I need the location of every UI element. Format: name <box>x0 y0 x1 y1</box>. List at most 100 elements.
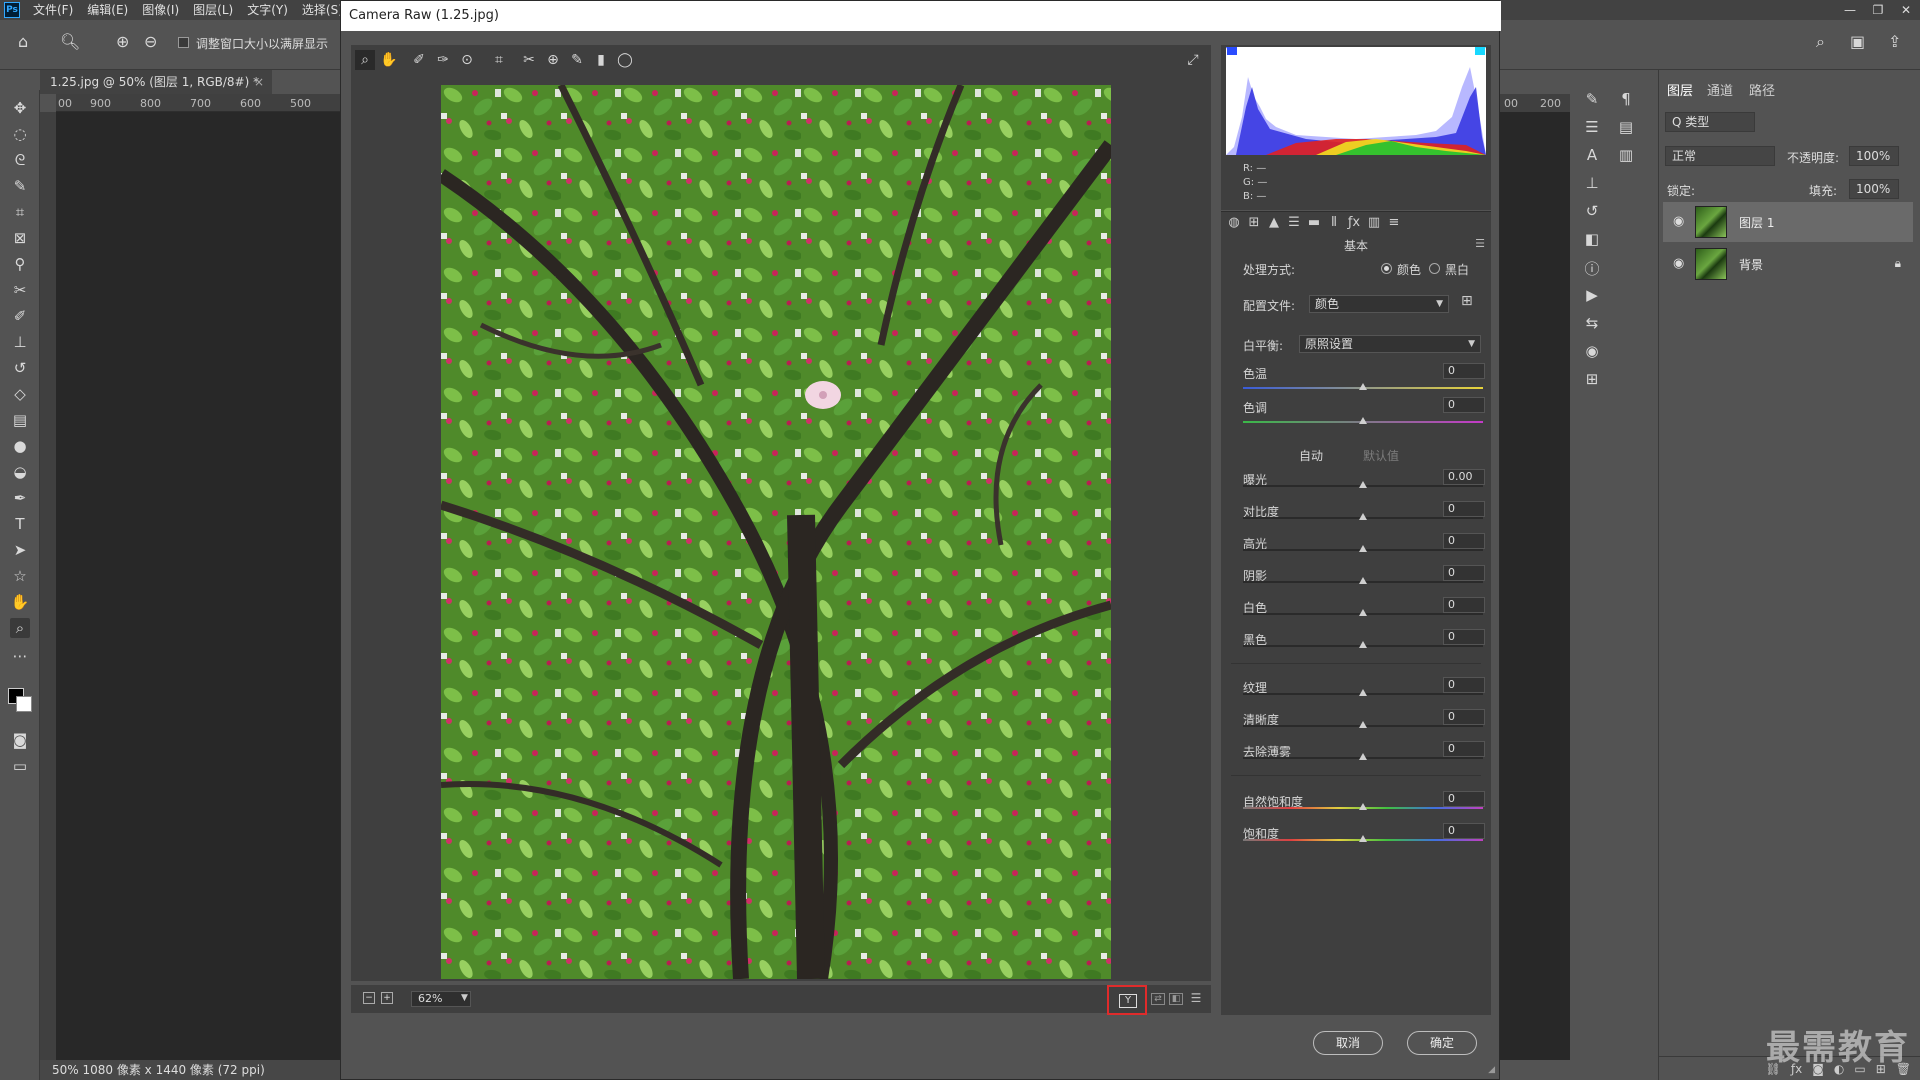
image-preview[interactable] <box>351 75 1211 981</box>
minimize-button[interactable]: — <box>1836 0 1864 20</box>
opacity-field[interactable]: 100% <box>1849 146 1899 166</box>
shadow-clipping-icon[interactable] <box>1227 47 1237 55</box>
history-brush-tool-icon[interactable]: ↺ <box>10 358 30 378</box>
tint-slider-thumb[interactable] <box>1359 417 1367 424</box>
eraser-tool-icon[interactable]: ◇ <box>10 384 30 404</box>
lens-tab-icon[interactable]: ⦀ <box>1325 215 1343 230</box>
tab-paths[interactable]: 路径 <box>1749 80 1775 99</box>
quick-select-tool-icon[interactable]: ✎ <box>10 176 30 196</box>
marquee-tool-icon[interactable]: ◌ <box>10 124 30 144</box>
crop-tool-icon[interactable]: ⌗ <box>10 202 30 222</box>
white-balance-tool-icon[interactable]: ✐ <box>409 50 429 70</box>
clone-source-icon[interactable]: ⊥ <box>1582 174 1602 192</box>
zoom-in-icon[interactable]: ⊕ <box>116 32 129 51</box>
close-button[interactable]: ✕ <box>1892 0 1920 20</box>
canvas-area[interactable] <box>56 112 340 1060</box>
close-tab-icon[interactable]: × <box>254 70 264 94</box>
ok-button[interactable]: 确定 <box>1407 1031 1477 1055</box>
quick-mask-icon[interactable]: ◙ <box>10 730 30 750</box>
dehaze-value[interactable]: 0 <box>1443 741 1485 757</box>
zoom-out-icon[interactable]: − <box>363 992 375 1004</box>
properties-icon[interactable]: ▤ <box>1616 118 1636 136</box>
menu-layer[interactable]: 图层(L) <box>186 0 240 20</box>
treatment-color-radio[interactable] <box>1381 263 1392 274</box>
preview-preferences-icon[interactable]: ☰ <box>1189 992 1203 1005</box>
visibility-eye-icon[interactable]: ◉ <box>1673 256 1684 271</box>
clarity-value[interactable]: 0 <box>1443 709 1485 725</box>
zoom-tool-icon[interactable]: ⌕ <box>355 50 375 70</box>
adjustments-icon[interactable]: ☰ <box>1582 118 1602 136</box>
exposure-value[interactable]: 0.00 <box>1443 469 1485 485</box>
blacks-value[interactable]: 0 <box>1443 629 1485 645</box>
tab-channels[interactable]: 通道 <box>1707 80 1733 99</box>
profile-select[interactable]: 颜色 ▼ <box>1309 295 1449 313</box>
info-icon[interactable]: ⓘ <box>1582 258 1602 279</box>
character-icon[interactable]: A <box>1582 146 1602 164</box>
whites-slider-thumb[interactable] <box>1359 609 1367 616</box>
type-tool-icon[interactable]: T <box>10 514 30 534</box>
brush-tool-icon[interactable]: ✐ <box>10 306 30 326</box>
texture-value[interactable]: 0 <box>1443 677 1485 693</box>
frame-tool-icon[interactable]: ⊠ <box>10 228 30 248</box>
zoom-out-icon[interactable]: ⊖ <box>144 32 157 51</box>
shape-tool-icon[interactable]: ☆ <box>10 566 30 586</box>
treatment-bw-radio[interactable] <box>1429 263 1440 274</box>
effects-tab-icon[interactable]: ƒx <box>1345 215 1363 230</box>
whites-value[interactable]: 0 <box>1443 597 1485 613</box>
blend-mode-select[interactable]: 正常 <box>1665 146 1775 166</box>
visibility-eye-icon[interactable]: ◉ <box>1673 214 1684 229</box>
layer-row-background[interactable]: ◉ 背景 🔒︎ <box>1663 244 1913 284</box>
highlights-slider-thumb[interactable] <box>1359 545 1367 552</box>
menu-image[interactable]: 图像(I) <box>135 0 186 20</box>
hsl-tab-icon[interactable]: ☰ <box>1285 215 1303 230</box>
resize-window-checkbox[interactable] <box>178 37 189 48</box>
more-tools-icon[interactable]: ⋯ <box>10 646 30 666</box>
eyedropper-tool-icon[interactable]: ⚲ <box>10 254 30 274</box>
menu-file[interactable]: 文件(F) <box>26 0 80 20</box>
gradient-tool-icon[interactable]: ▤ <box>10 410 30 430</box>
dehaze-slider-thumb[interactable] <box>1359 753 1367 760</box>
copy-settings-icon[interactable]: ◧ <box>1169 993 1183 1005</box>
paths-icon[interactable]: ⇆ <box>1582 314 1602 332</box>
lasso-tool-icon[interactable]: ᘓ <box>10 150 30 170</box>
history-icon[interactable]: ↺ <box>1582 202 1602 220</box>
spot-removal-icon[interactable]: ✂ <box>519 50 539 70</box>
zoom-in-icon[interactable]: + <box>381 992 393 1004</box>
red-eye-icon[interactable]: ⊕ <box>543 50 563 70</box>
share-icon[interactable]: ⇪ <box>1888 32 1901 51</box>
before-after-view-button[interactable]: Y <box>1107 985 1147 1015</box>
default-button[interactable]: 默认值 <box>1363 447 1399 464</box>
document-tab[interactable]: 1.25.jpg @ 50% (图层 1, RGB/8#) * × <box>40 70 272 94</box>
cancel-button[interactable]: 取消 <box>1313 1031 1383 1055</box>
hand-tool-icon[interactable]: ✋ <box>10 592 30 612</box>
targeted-adjustment-icon[interactable]: ⊙ <box>457 50 477 70</box>
split-toning-tab-icon[interactable]: ▬ <box>1305 215 1323 230</box>
workspace-icon[interactable]: ▣ <box>1850 32 1865 51</box>
tint-value[interactable]: 0 <box>1443 397 1485 413</box>
paragraph-icon[interactable]: ¶ <box>1616 90 1636 108</box>
tab-layers[interactable]: 图层 <box>1667 80 1693 99</box>
home-icon[interactable]: ⌂ <box>18 32 28 51</box>
shadows-slider-thumb[interactable] <box>1359 577 1367 584</box>
adjustment-brush-icon[interactable]: ✎ <box>567 50 587 70</box>
crop-tool-icon[interactable]: ⌗ <box>489 50 509 70</box>
radial-filter-icon[interactable]: ◯ <box>615 50 635 70</box>
path-select-tool-icon[interactable]: ➤ <box>10 540 30 560</box>
background-color-swatch[interactable] <box>16 696 32 712</box>
search-icon[interactable]: ⌕ <box>1816 32 1825 52</box>
brush-settings-icon[interactable]: ✎ <box>1582 90 1602 108</box>
highlights-value[interactable]: 0 <box>1443 533 1485 549</box>
exposure-slider-thumb[interactable] <box>1359 481 1367 488</box>
actions-icon[interactable]: ▶ <box>1582 286 1602 304</box>
move-tool-icon[interactable]: ✥ <box>10 98 30 118</box>
color-sampler-tool-icon[interactable]: ✑ <box>433 50 453 70</box>
profile-browser-icon[interactable]: ⊞ <box>1461 293 1473 309</box>
zoom-tool-icon[interactable]: ⌕ <box>10 618 30 638</box>
detail-tab-icon[interactable]: ▲ <box>1265 215 1283 230</box>
screen-mode-icon[interactable]: ▭ <box>10 756 30 776</box>
notes-icon[interactable]: ▥ <box>1616 146 1636 164</box>
blacks-slider-thumb[interactable] <box>1359 641 1367 648</box>
menu-edit[interactable]: 编辑(E) <box>80 0 135 20</box>
canvas-area-right[interactable] <box>1500 112 1570 1060</box>
texture-slider-thumb[interactable] <box>1359 689 1367 696</box>
